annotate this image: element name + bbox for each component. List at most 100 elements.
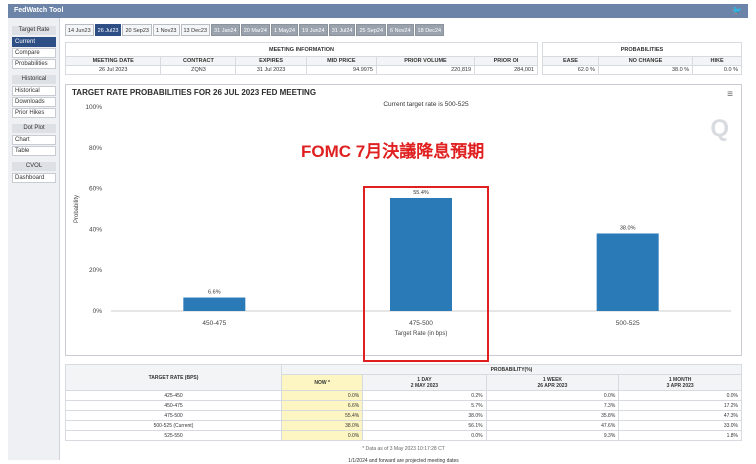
bar-2 (596, 233, 659, 311)
sidebar-item-7[interactable]: Prior Hikes (12, 108, 56, 118)
meeting-info-header-0: MEETING DATE (64, 56, 162, 66)
meeting-info-value-3: 94.9975 (305, 65, 377, 75)
target-rate-detail-table: TARGET RATE (BPS) PROBABILITY(%) NOW * 1 DA… (65, 364, 742, 441)
cell-month: 0.0% (618, 390, 742, 401)
cell-now: 6.6% (280, 400, 364, 411)
period-header-line2: 26 APR 2023 (537, 382, 568, 389)
data-label-2: 38.0% (620, 225, 636, 231)
probabilities-title: PROBABILITIES (542, 42, 742, 57)
sidebar-item-6[interactable]: Downloads (12, 97, 56, 107)
table-row: 425-450 0.0% 0.2% 0.0% 0.0% (65, 390, 742, 401)
sidebar-section-4: Historical (12, 75, 56, 84)
meeting-information-table: MEETING INFORMATION MEETING DATE CONTRACT… (64, 42, 538, 75)
probabilities-header-0: EASE (542, 56, 599, 66)
probability-chart-panel: TARGET RATE PROBABILITIES FOR 26 JUL 202… (65, 84, 742, 362)
cell-month: 47.3% (618, 410, 742, 421)
sidebar-section-8: Dot Plot (12, 124, 56, 133)
cell-month: 33.0% (618, 420, 742, 431)
tab-meeting-7[interactable]: 1 May24 (270, 24, 299, 36)
cell-week: 35.8% (485, 410, 620, 421)
probabilities-value-2: 0.0 % (692, 65, 742, 75)
tab-meeting-9[interactable]: 31 Jul24 (328, 24, 356, 36)
probabilities-header-1: NO CHANGE (597, 56, 694, 66)
probability-header: PROBABILITY(%) (281, 364, 742, 375)
app-title: FedWatch Tool (14, 7, 64, 14)
tab-meeting-2[interactable]: 20 Sep23 (122, 24, 152, 36)
probabilities-value-1: 38.0 % (597, 65, 694, 75)
sidebar-item-5[interactable]: Historical (12, 86, 56, 96)
cell-day: 56.1% (362, 420, 487, 431)
y-axis-label: Probability (74, 195, 80, 223)
left-nav-panel: Target Rate Current Compare Probabilities Hi… (8, 18, 60, 460)
tab-meeting-0[interactable]: 14 Jun23 (65, 24, 94, 36)
period-header-0: NOW * (280, 374, 364, 391)
period-header-2: 1 WEEK 26 APR 2023 (485, 374, 620, 391)
meeting-info-header-4: PRIOR VOLUME (375, 56, 476, 66)
cell-rate: 475-500 (65, 410, 282, 421)
probabilities-summary-table: PROBABILITIES EASE NO CHANGE HIKE 62.0 % 38… (542, 42, 742, 75)
table-row: 500-525 (Current) 38.0% 56.1% 47.6% 33.0% (65, 420, 742, 431)
sidebar-section-11: CVOL (12, 162, 56, 171)
tab-meeting-12[interactable]: 18 Dec24 (414, 24, 445, 36)
meeting-info-header-2: EXPIRES (235, 56, 307, 66)
tab-meeting-8[interactable]: 19 Jun24 (299, 24, 328, 36)
cell-rate: 425-450 (65, 390, 282, 401)
meeting-info-value-0: 26 Jul 2023 (64, 65, 162, 75)
meeting-date-tabs: 14 Jun23 26 Jul23 20 Sep23 1 Nov23 13 Dec23 3… (65, 24, 445, 36)
cell-now: 38.0% (280, 420, 364, 431)
sidebar-section-0: Target Rate (12, 26, 56, 35)
highlight-box (363, 186, 489, 362)
meeting-info-value-2: 31 Jul 2023 (235, 65, 307, 75)
cell-week: 9.3% (485, 430, 620, 441)
table-row: 450-475 6.6% 5.7% 7.3% 17.2% (65, 400, 742, 411)
meeting-info-value-5: 284,001 (474, 65, 538, 75)
probabilities-value-0: 62.0 % (542, 65, 599, 75)
cell-week: 0.0% (485, 390, 620, 401)
sidebar-item-9[interactable]: Chart (12, 135, 56, 145)
y-tick-label-2: 40% (89, 226, 102, 233)
sidebar-item-10[interactable]: Table (12, 146, 56, 156)
cell-day: 38.0% (362, 410, 487, 421)
sidebar-item-2[interactable]: Compare (12, 48, 56, 58)
data-timestamp-note: * Data as of 3 May 2023 10:17:28 CT (362, 446, 445, 452)
cell-now: 0.0% (280, 430, 364, 441)
chart-subtitle: Current target rate is 500-525 (383, 101, 469, 108)
x-tick-label-2: 500-525 (616, 320, 640, 327)
cell-month: 17.2% (618, 400, 742, 411)
title-bar: FedWatch Tool 🐦 (8, 4, 748, 18)
target-rate-header: TARGET RATE (BPS) (65, 364, 282, 391)
cell-now: 55.4% (280, 410, 364, 421)
meeting-info-header-1: CONTRACT (160, 56, 237, 66)
sidebar-item-3[interactable]: Probabilities (12, 59, 56, 69)
tab-meeting-1[interactable]: 26 Jul23 (94, 24, 122, 36)
meeting-info-header-5: PRIOR OI (474, 56, 538, 66)
cell-day: 5.7% (362, 400, 487, 411)
meeting-info-value-4: 220,819 (375, 65, 476, 75)
cell-rate: 525-550 (65, 430, 282, 441)
projected-dates-note: 1/1/2024 and forward are projected meeti… (348, 458, 459, 464)
sidebar-item-12[interactable]: Dashboard (12, 173, 56, 183)
tab-meeting-5[interactable]: 31 Jan24 (211, 24, 240, 36)
period-header-line1: NOW * (314, 379, 330, 386)
y-tick-label-1: 20% (89, 267, 102, 274)
cell-now: 0.0% (280, 390, 364, 401)
meeting-info-value-1: ZQN3 (160, 65, 237, 75)
tab-meeting-3[interactable]: 1 Nov23 (153, 24, 180, 36)
x-tick-label-0: 450-475 (202, 320, 226, 327)
table-row: 525-550 0.0% 0.0% 9.3% 1.8% (65, 430, 742, 441)
tab-meeting-4[interactable]: 13 Dec23 (180, 24, 211, 36)
tab-meeting-6[interactable]: 20 Mar24 (240, 24, 270, 36)
cell-day: 0.2% (362, 390, 487, 401)
tab-meeting-11[interactable]: 6 Nov24 (387, 24, 414, 36)
tab-meeting-10[interactable]: 25 Sep24 (356, 24, 387, 36)
twitter-icon[interactable]: 🐦 (732, 6, 742, 15)
probabilities-header-2: HIKE (692, 56, 742, 66)
y-tick-label-5: 100% (85, 104, 102, 111)
period-header-1: 1 DAY 2 MAY 2023 (362, 374, 487, 391)
cell-week: 47.6% (485, 420, 620, 431)
period-header-line2: 2 MAY 2023 (410, 382, 439, 389)
period-header-line2: 3 APR 2023 (666, 382, 694, 389)
meeting-info-header-3: MID PRICE (305, 56, 377, 66)
sidebar-item-1[interactable]: Current (12, 37, 56, 47)
overlay-annotation: FOMC 7月決議降息預期 (301, 142, 485, 161)
